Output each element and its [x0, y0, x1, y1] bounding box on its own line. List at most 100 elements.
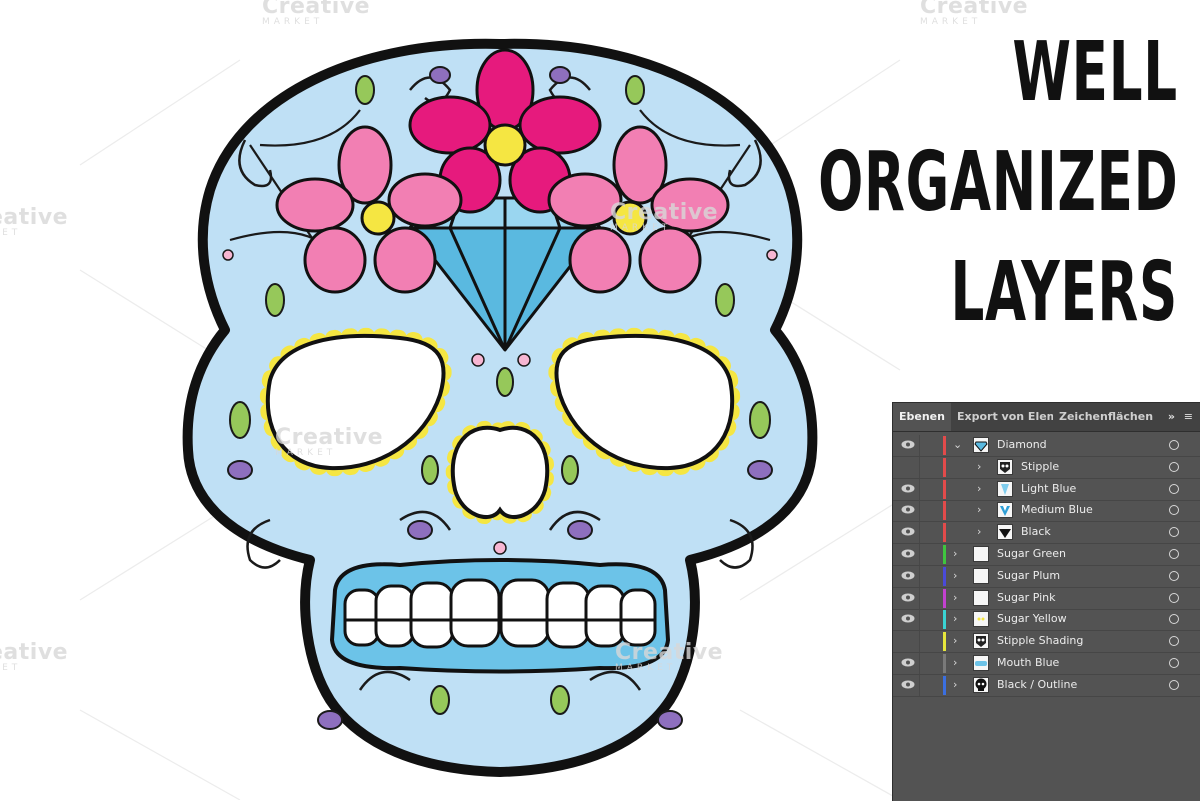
- column-divider: [919, 653, 920, 674]
- target-circle-icon[interactable]: [1169, 679, 1179, 690]
- layer-color-swatch: [943, 610, 946, 630]
- chevron-right-icon[interactable]: ›: [953, 656, 957, 669]
- double-chevron-right-icon[interactable]: »: [1168, 403, 1175, 431]
- chevron-right-icon[interactable]: ›: [953, 547, 957, 560]
- layer-row[interactable]: ⌄ Diamond: [893, 435, 1200, 457]
- chevron-right-icon[interactable]: ›: [953, 678, 957, 691]
- layer-row[interactable]: › Stipple: [893, 456, 1200, 479]
- layer-row[interactable]: › Sugar Plum: [893, 565, 1200, 588]
- target-circle-icon[interactable]: [1169, 658, 1179, 668]
- chevron-right-icon[interactable]: ›: [953, 591, 957, 604]
- column-divider: [919, 544, 920, 565]
- layer-color-swatch: [943, 523, 946, 543]
- layer-thumbnail: [973, 611, 989, 628]
- target-circle-icon[interactable]: [1169, 592, 1179, 603]
- chevron-right-icon[interactable]: ›: [977, 460, 981, 473]
- column-divider: [919, 500, 920, 522]
- headline-line-2: ORGANIZED: [817, 135, 1178, 230]
- layer-name: Stipple Shading: [997, 634, 1084, 648]
- column-divider: [919, 522, 920, 544]
- column-divider: [919, 674, 920, 696]
- hamburger-menu-icon[interactable]: ≡: [1184, 403, 1193, 431]
- layer-row[interactable]: › Light Blue: [893, 478, 1200, 501]
- tab-artboards[interactable]: Zeichenflächen: [1053, 403, 1159, 431]
- layer-color-swatch: [943, 436, 946, 455]
- visibility-toggle-empty[interactable]: [901, 462, 915, 471]
- layer-row[interactable]: › Sugar Yellow: [893, 609, 1200, 632]
- column-divider: [919, 478, 920, 500]
- chevron-right-icon[interactable]: ›: [953, 612, 957, 625]
- tab-ebenen[interactable]: Ebenen: [893, 403, 951, 431]
- layers-panel: Ebenen Export von Elem Zeichenflächen » …: [892, 402, 1200, 801]
- panel-tab-bar: Ebenen Export von Elem Zeichenflächen » …: [893, 403, 1200, 432]
- layer-name: Sugar Pink: [997, 590, 1056, 604]
- layer-row[interactable]: › Medium Blue: [893, 500, 1200, 523]
- target-circle-icon[interactable]: [1169, 461, 1179, 472]
- layer-color-swatch: [943, 566, 946, 586]
- target-circle-icon[interactable]: [1169, 440, 1179, 450]
- headline-line-1: WELL: [1012, 25, 1178, 120]
- layer-color-swatch: [943, 632, 946, 652]
- layer-name: Light Blue: [1021, 481, 1077, 495]
- eye-visibility-icon[interactable]: [901, 505, 915, 514]
- target-circle-icon[interactable]: [1169, 614, 1179, 625]
- column-divider: [919, 565, 920, 587]
- layer-name: Sugar Green: [997, 547, 1067, 560]
- eye-visibility-icon[interactable]: [901, 593, 915, 602]
- layer-color-swatch: [943, 457, 946, 477]
- layer-thumbnail: [973, 546, 989, 562]
- layer-row[interactable]: › Mouth Blue: [893, 653, 1200, 675]
- layer-thumbnail: [973, 633, 989, 650]
- target-circle-icon[interactable]: [1169, 505, 1179, 516]
- target-circle-icon[interactable]: [1169, 483, 1179, 494]
- layer-thumbnail: [997, 524, 1013, 541]
- eye-visibility-icon[interactable]: [901, 484, 915, 493]
- watermark: CreativeMARKET: [262, 0, 371, 27]
- layer-color-swatch: [943, 675, 946, 695]
- layer-color-swatch: [943, 479, 946, 499]
- target-circle-icon[interactable]: [1169, 636, 1179, 647]
- layer-thumbnail: [973, 437, 989, 453]
- layer-name: Medium Blue: [1021, 503, 1093, 517]
- target-circle-icon[interactable]: [1169, 527, 1179, 538]
- eye-visibility-icon[interactable]: [901, 549, 915, 558]
- watermark: CreativeMARKET: [920, 0, 1029, 27]
- layer-thumbnail: [973, 655, 989, 671]
- layer-row[interactable]: › Sugar Green: [893, 544, 1200, 566]
- eye-visibility-icon[interactable]: [901, 571, 915, 580]
- chevron-right-icon[interactable]: ›: [977, 482, 981, 495]
- column-divider: [919, 587, 920, 609]
- target-circle-icon[interactable]: [1169, 570, 1179, 581]
- column-divider: [919, 456, 920, 478]
- chevron-right-icon[interactable]: ›: [953, 569, 957, 582]
- chevron-right-icon[interactable]: ›: [953, 634, 957, 647]
- watermark: CreativeMARKET: [0, 205, 69, 238]
- eye-visibility-icon[interactable]: [901, 614, 915, 623]
- layer-color-swatch: [943, 501, 946, 521]
- layer-thumbnail: [973, 676, 989, 693]
- layer-color-swatch: [943, 545, 946, 564]
- target-circle-icon[interactable]: [1169, 549, 1179, 559]
- tab-export-assets[interactable]: Export von Elem: [951, 403, 1053, 431]
- layer-row[interactable]: › Sugar Pink: [893, 587, 1200, 610]
- layer-row[interactable]: › Stipple Shading: [893, 631, 1200, 654]
- eye-visibility-icon[interactable]: [901, 680, 915, 689]
- layer-name: Black / Outline: [997, 677, 1078, 691]
- column-divider: [919, 631, 920, 653]
- watermark: CreativeMARKET: [275, 425, 384, 458]
- layer-name: Stipple: [1021, 459, 1060, 473]
- chevron-right-icon[interactable]: ›: [977, 503, 981, 516]
- artwork-canvas: CreativeMARKET CreativeMARKET CreativeMA…: [0, 0, 1200, 801]
- layer-thumbnail: [973, 567, 989, 584]
- layer-row[interactable]: › Black: [893, 522, 1200, 545]
- eye-visibility-icon[interactable]: [901, 658, 915, 667]
- eye-visibility-icon[interactable]: [901, 440, 915, 449]
- chevron-right-icon[interactable]: ›: [977, 525, 981, 538]
- visibility-toggle-empty[interactable]: [901, 636, 915, 645]
- layer-row[interactable]: › Black / Outline: [893, 674, 1200, 697]
- eye-visibility-icon[interactable]: [901, 527, 915, 536]
- layer-thumbnail: [997, 502, 1013, 519]
- layer-name: Black: [1021, 525, 1051, 539]
- chevron-down-icon[interactable]: ⌄: [953, 438, 962, 451]
- watermark: CreativeMARKET: [615, 640, 724, 673]
